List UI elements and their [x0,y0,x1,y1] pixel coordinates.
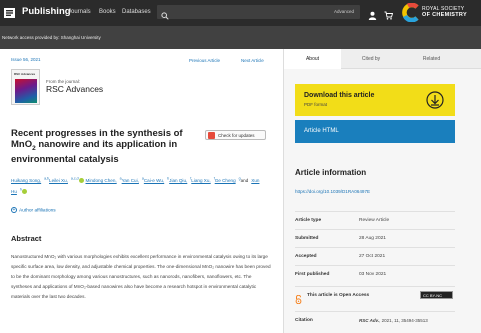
tab-related[interactable]: Related [401,49,462,69]
author-link[interactable]: Jian Qiu, [169,178,187,183]
info-row-submitted: Submitted 28 Aug 2021 [295,229,455,247]
abstract-text: Nanostructured MnO₂ with various morphol… [11,254,271,299]
rsc-brand-icon[interactable] [4,8,15,18]
article-html-label: Article HTML [304,128,339,134]
abstract-heading: Abstract [11,234,42,243]
rsc-logo-text: ROYAL SOCIETY OF CHEMISTRY [422,6,467,18]
user-account-icon[interactable] [368,7,377,20]
citation-row: Citation RSC Adv., 2021, 11, 35494-35513 [295,311,455,329]
cc-license-label: CC BY-NC [423,293,442,298]
info-key: First published [295,272,330,277]
download-icon [426,91,444,109]
info-row-accepted: Accepted 27 Oct 2021 [295,247,455,265]
previous-article-link[interactable]: Previous Article [189,58,220,63]
cover-artwork [15,79,37,103]
author-link[interactable]: Yan Cui, [122,178,139,183]
author-affiliation-marker: a,c,d [70,176,79,180]
info-key: Article type [295,218,322,223]
next-article-link[interactable]: Next Article [241,58,264,63]
author-entry: Ge Cheng g [215,176,241,183]
info-row-first-published: First published 03 Nov 2021 [295,265,455,283]
search-input[interactable]: Advanced [157,5,360,20]
author-entry: Huikang Song, a,b [11,176,49,183]
publishing-brand-link[interactable]: Publishing [22,6,71,17]
info-value: 03 Nov 2021 [359,272,387,277]
author-affiliations-toggle[interactable]: + Author affiliations [11,207,56,213]
info-row-article-type: Article type Review Article [295,211,455,229]
open-access-lock-icon [295,291,302,305]
article-information-heading: Article information [295,168,367,177]
download-title: Download this article [304,92,375,99]
author-link[interactable]: Huikang Song, [11,178,41,183]
rsc-c-logo-icon [402,2,420,23]
info-value: Review Article [359,218,390,223]
author-entry: Cai-e Wu, b [144,176,169,183]
plus-circle-icon: + [11,207,17,213]
search-icon[interactable] [161,7,169,20]
rsc-logo-line2: OF CHEMISTRY [422,12,467,18]
author-list: Huikang Song, a,bLeilei Xu, a,c,d Mindong C… [11,174,266,196]
article-html-button[interactable]: Article HTML [295,120,455,143]
download-article-button[interactable]: Download this article PDF format [295,84,455,116]
author-link[interactable]: Mindong Chen, [86,178,117,183]
issue-link[interactable]: Issue 56, 2021 [11,57,41,62]
nav-databases-link[interactable]: Databases [122,9,151,15]
open-access-text: This article is Open Access [307,293,370,298]
nav-books-link[interactable]: Books [99,9,116,15]
article-title: Recent progresses in the synthesis of Mn… [11,128,201,165]
author-link[interactable]: Cai-e Wu, [144,178,164,183]
author-link[interactable]: Liang Xu, [191,178,210,183]
author-entry: Yan Cui, a [122,176,144,183]
doi-link[interactable]: https://doi.org/10.1039/D1RA06497E [295,189,370,194]
sidebar-tabs: About Cited by Related [284,49,481,69]
network-access-text: Network access provided by: Shanghai Uni… [2,35,101,40]
cover-title: RSC Advances [14,72,36,76]
author-entry: Jian Qiu, f [169,176,191,183]
author-entry: Leilei Xu, a,c,d [49,176,86,183]
rsc-logo[interactable]: ROYAL SOCIETY OF CHEMISTRY [402,2,478,23]
citation-details: , 2021, 11, 35494-35513 [379,318,428,323]
citation-journal: RSC Adv. [359,318,380,323]
info-value: 28 Aug 2021 [359,236,386,241]
check-for-updates-button[interactable]: Check for updates [205,130,266,140]
open-access-row: This article is Open Access CC BY-NC [295,286,455,305]
author-link[interactable]: Leilei Xu, [49,178,68,183]
check-for-updates-label: Check for updates [218,133,255,138]
orcid-icon[interactable] [21,188,27,194]
author-link[interactable]: Ge Cheng [215,178,236,183]
nav-journals-link[interactable]: Journals [68,9,91,15]
advanced-search-link[interactable]: Advanced [334,9,354,14]
citation-value: RSC Adv., 2021, 11, 35494-35513 [359,318,428,323]
info-key: Accepted [295,254,317,259]
info-value: 27 Oct 2021 [359,254,386,259]
journal-name-link[interactable]: RSC Advances [46,84,103,94]
download-format: PDF format [304,102,328,107]
tab-cited-by[interactable]: Cited by [341,49,401,69]
author-entry: Mindong Chen, a [86,176,122,183]
crossmark-icon [208,132,215,139]
shopping-cart-icon[interactable] [384,7,394,20]
journal-cover-image[interactable]: RSC Advances [11,69,40,105]
article-sidebar: About Cited by Related Download this art… [283,49,481,333]
citation-label: Citation [295,318,313,323]
info-key: Submitted [295,236,319,241]
author-and-text: and [240,177,249,183]
orcid-icon[interactable] [78,177,84,183]
top-navigation-bar: Publishing Journals Books Databases Adva… [0,0,481,26]
creative-commons-badge[interactable]: CC BY-NC [420,291,453,299]
author-affiliations-label: Author affiliations [19,208,56,214]
tab-about[interactable]: About [284,49,341,69]
author-entry: Liang Xu, f [191,176,214,183]
access-bar: Network access provided by: Shanghai Uni… [0,26,481,49]
